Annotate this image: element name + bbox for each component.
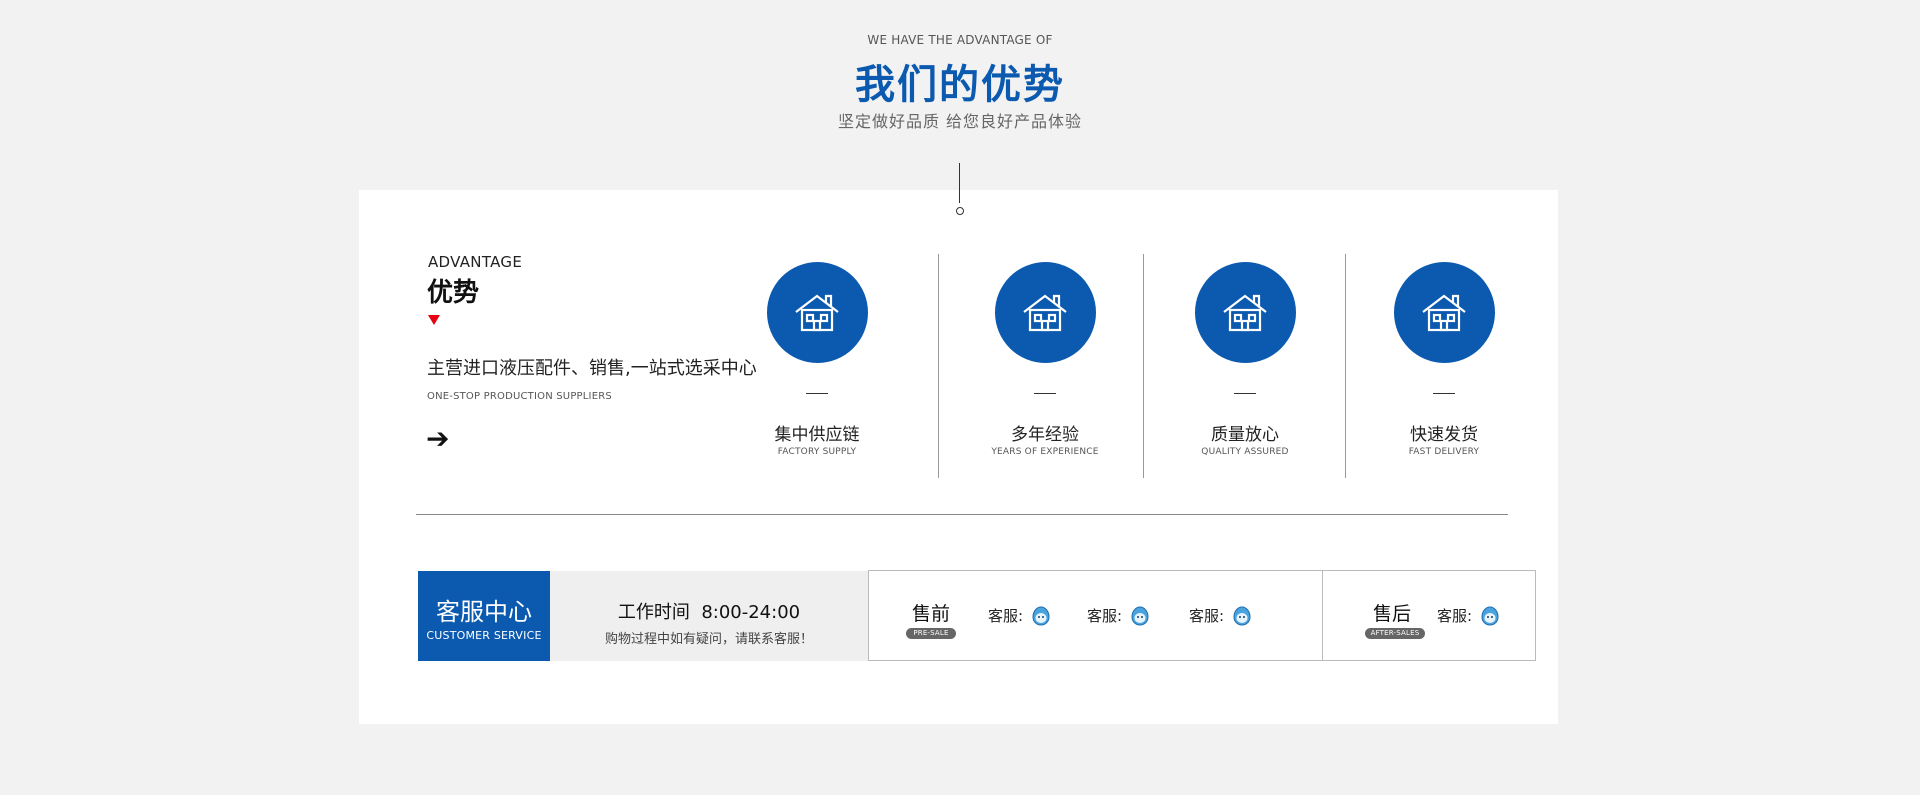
connector-dot: [956, 207, 964, 215]
feature-dash: [1433, 393, 1455, 394]
working-hours: 工作时间 8:00-24:00: [617, 602, 801, 623]
feature-divider: [938, 254, 939, 478]
feature-title: 质量放心: [1211, 425, 1279, 445]
feature-dash: [1234, 393, 1256, 394]
agent-label: 客服:: [1189, 607, 1225, 625]
pre-sale-badge: PRE-SALE: [906, 628, 956, 639]
connector-line: [959, 163, 960, 203]
after-sale-agent-1[interactable]: 客服:: [1437, 605, 1500, 626]
advantage-label-cn: 优势: [427, 278, 480, 308]
after-sale-label: 售后 AFTER-SALES: [1365, 599, 1425, 639]
after-sale-badge: AFTER-SALES: [1365, 628, 1425, 639]
feature-fast-delivery[interactable]: 快速发货 FAST DELIVERY: [1354, 262, 1534, 457]
agent-label: 客服:: [1087, 607, 1123, 625]
customer-service-title: 客服中心: [436, 598, 532, 626]
agent-label: 客服:: [1437, 607, 1473, 625]
section-title: 我们的优势: [855, 62, 1065, 108]
house-icon: [766, 262, 868, 363]
feature-subtitle: FACTORY SUPPLY: [777, 447, 857, 457]
feature-title: 集中供应链: [774, 425, 860, 445]
section-subtitle: 坚定做好品质 给您良好产品体验: [837, 112, 1083, 131]
house-icon: [1393, 262, 1495, 363]
pre-sale-label: 售前 PRE-SALE: [904, 599, 958, 639]
chat-face-icon: [1131, 605, 1149, 626]
agent-label: 客服:: [988, 607, 1024, 625]
after-sale-panel: 售后 AFTER-SALES 客服:: [1322, 570, 1536, 661]
customer-service-badge: 客服中心 CUSTOMER SERVICE: [418, 571, 550, 661]
feature-factory-supply[interactable]: 集中供应链 FACTORY SUPPLY: [727, 262, 907, 457]
section-eyebrow: WE HAVE THE ADVANTAGE OF: [867, 33, 1053, 47]
arrow-right-icon[interactable]: ➔: [426, 424, 449, 454]
pre-sale-agent-3[interactable]: 客服:: [1189, 605, 1252, 626]
pre-sale-agent-1[interactable]: 客服:: [988, 605, 1051, 626]
advantage-headline: 主营进口液压配件、销售,一站式选采中心: [427, 358, 757, 379]
feature-divider: [1143, 254, 1144, 478]
working-hours-note: 购物过程中如有疑问，请联系客服！: [604, 632, 813, 647]
house-icon: [1194, 262, 1296, 363]
chat-face-icon: [1233, 605, 1251, 626]
feature-divider: [1345, 254, 1346, 478]
feature-title: 快速发货: [1410, 425, 1478, 445]
red-triangle-icon: [428, 315, 440, 325]
feature-subtitle: YEARS OF EXPERIENCE: [991, 447, 1099, 457]
chat-face-icon: [1032, 605, 1050, 626]
pre-sale-panel: 售前 PRE-SALE 客服: 客服: 客服:: [868, 570, 1323, 661]
after-sale-title: 售后: [1372, 603, 1411, 625]
advantage-label-en: ADVANTAGE: [428, 253, 523, 271]
feature-dash: [1034, 393, 1056, 394]
chat-face-icon: [1481, 605, 1499, 626]
feature-subtitle: QUALITY ASSURED: [1201, 447, 1289, 457]
feature-dash: [806, 393, 828, 394]
customer-service-subtitle: CUSTOMER SERVICE: [426, 629, 542, 642]
feature-title: 多年经验: [1011, 425, 1079, 445]
pre-sale-title: 售前: [911, 603, 950, 625]
feature-quality-assured[interactable]: 质量放心 QUALITY ASSURED: [1155, 262, 1335, 457]
pre-sale-agent-2[interactable]: 客服:: [1087, 605, 1150, 626]
house-icon: [994, 262, 1096, 363]
feature-subtitle: FAST DELIVERY: [1408, 447, 1480, 457]
advantage-subline: ONE-STOP PRODUCTION SUPPLIERS: [427, 391, 612, 402]
working-hours-panel: 工作时间 8:00-24:00 购物过程中如有疑问，请联系客服！: [550, 571, 868, 661]
feature-years-of-experience[interactable]: 多年经验 YEARS OF EXPERIENCE: [955, 262, 1135, 457]
section-divider: [416, 514, 1508, 515]
